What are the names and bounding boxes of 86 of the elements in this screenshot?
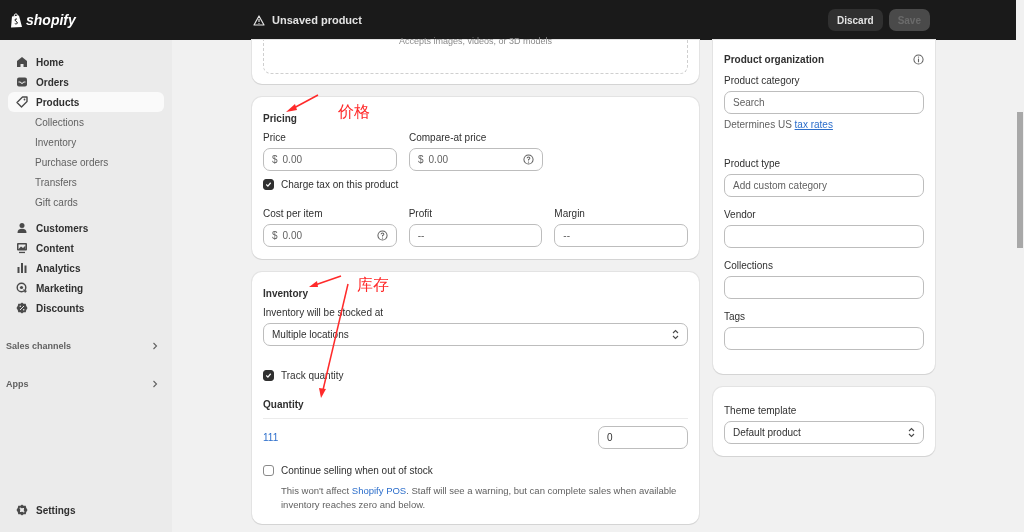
person-icon [16, 222, 28, 234]
brand-logo[interactable]: shopify [26, 12, 76, 28]
nav-item[interactable]: Settings [8, 500, 164, 520]
input-field[interactable] [724, 327, 924, 350]
annotation-text: 库存 [357, 275, 389, 295]
shopping-bag-icon [10, 12, 23, 28]
checkbox-label: Charge tax on this product [281, 179, 399, 190]
input-field[interactable]: Add custom category [724, 174, 924, 197]
nav-item[interactable]: Orders [8, 72, 164, 92]
currency-prefix: $ [272, 230, 278, 241]
field-label: Vendor [724, 209, 757, 220]
nav-subitem[interactable]: Gift cards [8, 192, 164, 212]
nav-item[interactable]: Content [8, 238, 164, 258]
chevron-updown-icon [908, 427, 915, 438]
nav-subitem[interactable]: Purchase orders [8, 152, 164, 172]
home-icon [16, 56, 28, 68]
checkbox-label: Continue selling when out of stock [281, 465, 433, 476]
settings-icon [16, 504, 28, 516]
field-label: Collections [724, 260, 774, 271]
tag-icon [16, 96, 28, 108]
field-label: Profit [408, 208, 433, 219]
field-label: Theme template [724, 405, 798, 416]
tax-rates-link[interactable]: tax rates [794, 119, 833, 130]
input-field[interactable]: -- [554, 224, 688, 247]
field-label: Tags [724, 311, 747, 322]
field-label: Product category [724, 75, 801, 86]
input-field[interactable]: $ 0.00 [409, 148, 543, 171]
field-label: Cost per item [263, 208, 324, 219]
annotation-text: 价格 [338, 102, 370, 122]
input-field[interactable]: $ 0.00 [263, 224, 397, 247]
card-title: Inventory [263, 288, 309, 299]
placeholder: -- [417, 230, 426, 241]
nav-item[interactable]: Analytics [8, 258, 164, 278]
chevron-right-icon [152, 380, 158, 388]
input-field[interactable]: Search [724, 91, 924, 114]
checkbox[interactable] [263, 370, 274, 381]
checkmark-icon [265, 372, 272, 379]
input-field[interactable]: $ 0.00 [263, 148, 397, 171]
chevron-updown-icon [672, 329, 679, 340]
target-icon [16, 282, 28, 294]
monitor-icon [16, 242, 28, 254]
inbox-icon [16, 76, 28, 88]
help-icon [376, 230, 388, 241]
info-icon[interactable] [913, 54, 924, 65]
annotation-arrow [286, 94, 319, 112]
section-heading[interactable]: Sales channels [6, 341, 72, 351]
location-name: 111 [263, 432, 279, 443]
hint-text: Determines US tax rates [724, 119, 834, 130]
checkbox[interactable] [263, 179, 274, 190]
page-title: Unsaved product [272, 14, 362, 26]
placeholder: 0.00 [428, 154, 450, 165]
discount-badge-icon [16, 302, 28, 314]
nav-item[interactable]: Home [8, 52, 164, 72]
nav-item[interactable]: Marketing [8, 278, 164, 298]
help-icon [523, 154, 534, 165]
quantity-field[interactable]: 0 [598, 426, 688, 449]
checkmark-icon [265, 181, 272, 188]
chevron-right-icon [152, 342, 158, 350]
input-field[interactable]: -- [408, 224, 543, 247]
field-label: Compare-at price [409, 132, 488, 143]
currency-prefix: $ [418, 154, 424, 165]
placeholder: 0.00 [282, 154, 304, 165]
nav-item[interactable]: Discounts [8, 298, 164, 318]
field-label: Price [263, 132, 287, 143]
section-heading[interactable]: Apps [6, 379, 29, 389]
nav-subitem[interactable]: Inventory [8, 132, 164, 152]
card-title: Pricing [263, 113, 298, 124]
input-field[interactable] [724, 276, 924, 299]
checkbox[interactable] [263, 465, 274, 476]
help-text: This won't affect Shopify POS. Staff will see a warning, but can complete sales when available inventory reaches zero and below. [281, 484, 678, 512]
discard-button[interactable]: Discard [827, 9, 883, 31]
section-title: Quantity [263, 399, 305, 410]
nav-item[interactable]: Customers [8, 218, 164, 238]
warning-icon [253, 14, 265, 26]
card-title: Product organization [724, 54, 824, 65]
field-label: Margin [554, 208, 586, 219]
field-label: Product type [724, 158, 782, 169]
placeholder: -- [563, 230, 571, 241]
input-field[interactable] [724, 225, 924, 248]
placeholder: 0.00 [282, 230, 304, 241]
currency-prefix: $ [272, 154, 278, 165]
nav-subitem[interactable]: Transfers [8, 172, 164, 192]
bar-chart-icon [16, 262, 28, 274]
nav-subitem[interactable]: Collections [8, 112, 164, 132]
template-select[interactable]: Default product [724, 421, 924, 444]
nav-item[interactable]: Products [8, 92, 164, 112]
